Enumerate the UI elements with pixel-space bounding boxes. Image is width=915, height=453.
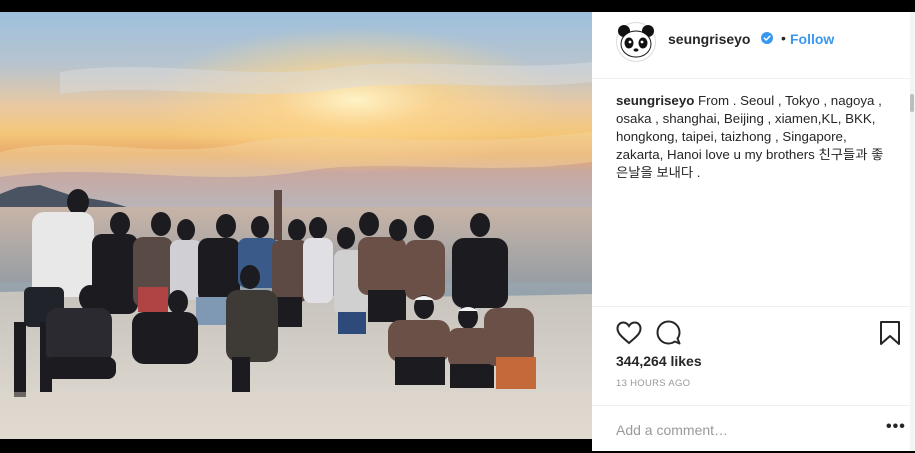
bookmark-icon[interactable] — [879, 320, 901, 346]
post-username[interactable]: seungriseyo — [668, 31, 750, 47]
likes-count[interactable]: 344,264 likes — [616, 353, 702, 369]
post-actions: 344,264 likes 13 HOURS AGO ••• — [592, 306, 910, 452]
more-options-icon[interactable]: ••• — [886, 419, 906, 435]
post-caption: seungriseyo From . Seoul , Tokyo , nagoy… — [616, 92, 892, 182]
panda-avatar[interactable] — [616, 22, 656, 62]
comment-icon[interactable] — [656, 320, 681, 345]
post-side-panel: seungriseyo • Follow seungriseyo From . … — [592, 12, 910, 451]
post-timestamp[interactable]: 13 HOURS AGO — [616, 378, 690, 389]
post-header: seungriseyo • Follow — [592, 12, 910, 79]
comment-box: ••• — [592, 405, 910, 453]
scrollbar-thumb[interactable] — [910, 94, 914, 112]
separator-dot: • — [781, 30, 786, 46]
caption-username[interactable]: seungriseyo — [616, 93, 694, 108]
top-black-bar — [0, 0, 915, 12]
comment-input[interactable] — [616, 420, 856, 440]
bottom-black-bar — [0, 439, 592, 451]
beach-sunset-group-photo — [0, 12, 592, 439]
follow-button[interactable]: Follow — [790, 31, 834, 47]
post-photo[interactable] — [0, 12, 592, 439]
verified-badge-icon — [761, 32, 773, 44]
heart-icon[interactable] — [616, 321, 642, 345]
scrollbar-track[interactable] — [910, 12, 915, 451]
